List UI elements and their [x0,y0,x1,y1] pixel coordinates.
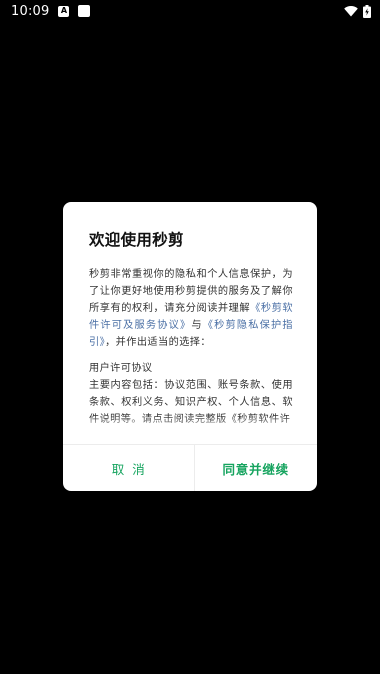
dialog-title: 欢迎使用秒剪 [89,231,184,249]
square-notification-icon [78,5,91,17]
battery-charging-icon [363,4,371,18]
status-time: 10:09 [11,3,50,19]
intro-paragraph: 秒剪非常重视你的隐私和个人信息保护，为了让你更好地使用秒剪提供的服务及了解你所享… [89,266,293,351]
a-notification-icon: A [58,5,70,17]
section-title: 用户许可协议 [89,363,153,374]
intro-ending: ，并作出适当的选择： [105,337,211,348]
dialog-body[interactable]: 秒剪非常重视你的隐私和个人信息保护，为了让你更好地使用秒剪提供的服务及了解你所享… [89,266,293,430]
dialog-actions: 取消 同意并继续 [63,444,317,491]
status-right [344,4,371,18]
screen: 10:09 A 欢迎使用秒剪 秒剪非常重视你的隐私和个人信息保护，为了让你更好地… [0,0,380,674]
intro-connector: 与 [191,320,203,331]
agree-continue-button[interactable]: 同意并继续 [193,445,318,491]
wifi-icon [344,5,358,17]
status-left: 10:09 A [11,3,91,19]
status-bar: 10:09 A [0,0,380,22]
cancel-button[interactable]: 取消 [63,445,194,491]
privacy-dialog: 欢迎使用秒剪 秒剪非常重视你的隐私和个人信息保护，为了让你更好地使用秒剪提供的服… [63,202,317,491]
section-text: 主要内容包括：协议范围、账号条款、使用条款、权利义务、知识产权、个人信息、软件说… [89,380,293,425]
